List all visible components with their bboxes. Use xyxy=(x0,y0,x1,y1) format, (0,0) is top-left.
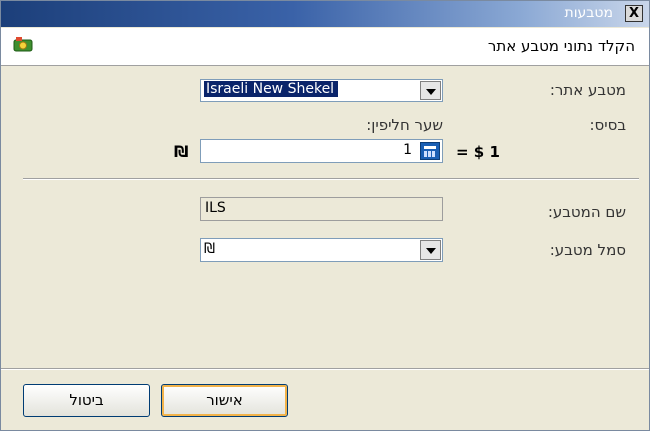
currency-symbol-suffix: ₪ xyxy=(174,142,189,161)
footer-divider xyxy=(1,368,649,370)
base-equation: = $ 1 xyxy=(456,143,500,161)
currency-icon xyxy=(13,37,33,52)
base-label: בסיס: xyxy=(589,116,626,134)
currency-symbol-dropdown[interactable]: ₪ xyxy=(200,238,443,262)
exchange-rate-value: 1 xyxy=(403,142,412,158)
exchange-rate-label: שער חליפין: xyxy=(366,116,443,134)
currency-symbol-label: סמל מטבע: xyxy=(549,241,626,259)
currency-name-field: ILS xyxy=(200,197,443,221)
currency-name-value: ILS xyxy=(205,200,226,216)
currency-name-label: שם המטבע: xyxy=(547,203,626,221)
ok-button[interactable]: אישור xyxy=(161,384,288,417)
cancel-button[interactable]: ביטול xyxy=(23,384,150,417)
chevron-down-icon[interactable] xyxy=(420,240,441,260)
currencies-dialog: X מטבעות הקלד נתוני מטבע אתר מטבע אתר: I… xyxy=(0,0,650,431)
calculator-icon[interactable] xyxy=(420,142,440,160)
close-button[interactable]: X xyxy=(625,5,643,22)
exchange-rate-input[interactable]: 1 xyxy=(200,139,443,163)
currency-symbol-value: ₪ xyxy=(204,241,215,257)
site-currency-value: Israeli New Shekel xyxy=(204,81,339,97)
section-divider xyxy=(23,178,639,180)
chevron-down-icon[interactable] xyxy=(420,81,441,100)
window-title: מטבעות xyxy=(564,5,613,21)
header-title: הקלד נתוני מטבע אתר xyxy=(487,37,635,55)
site-currency-label: מטבע אתר: xyxy=(549,81,626,99)
dialog-header: הקלד נתוני מטבע אתר xyxy=(1,28,649,66)
title-bar[interactable]: X מטבעות xyxy=(1,1,649,27)
site-currency-dropdown[interactable]: Israeli New Shekel xyxy=(200,79,443,102)
